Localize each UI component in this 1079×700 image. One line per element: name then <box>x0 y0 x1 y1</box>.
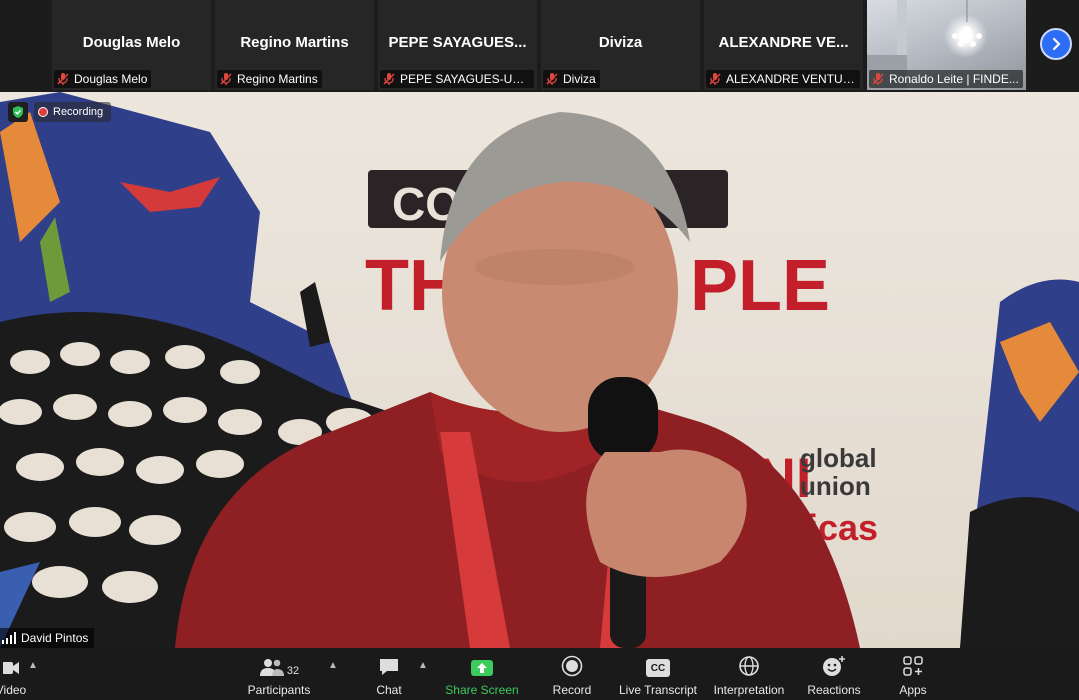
reactions-button[interactable]: Reactions <box>806 653 862 697</box>
video-options-caret[interactable]: ▲ <box>28 660 38 671</box>
share-screen-icon <box>471 660 493 676</box>
participants-count: 32 <box>286 665 300 677</box>
apps-icon <box>903 656 923 676</box>
chat-bubble-icon <box>380 659 398 675</box>
apps-label: Apps <box>899 683 927 697</box>
participant-display-name: ALEXANDRE VE... <box>718 34 849 51</box>
mic-muted-icon <box>383 73 395 85</box>
participant-display-name: Diviza <box>598 34 643 51</box>
mic-muted-icon <box>546 73 558 85</box>
participants-options-caret[interactable]: ▲ <box>328 660 338 671</box>
logo-union-text: union <box>800 471 871 501</box>
participant-name-label: Regino Martins <box>237 72 318 86</box>
participant-name-tag: Regino Martins <box>217 70 322 88</box>
participant-name-tag: PEPE SAYAGUES-UGT ... <box>380 70 534 88</box>
next-page-button[interactable] <box>1040 28 1072 60</box>
recording-pill[interactable]: Recording <box>34 102 112 122</box>
participant-name-label: ALEXANDRE VENTURY <box>726 72 856 86</box>
participant-name-label: Ronaldo Leite | FINDE... <box>889 72 1019 86</box>
apps-button[interactable]: Apps <box>896 653 930 697</box>
live-transcript-label: Live Transcript <box>618 683 698 697</box>
participant-name-label: Douglas Melo <box>74 72 148 86</box>
participant-name-label: Diviza <box>563 72 596 86</box>
closed-caption-icon: CC <box>646 659 670 677</box>
recording-indicator: Recording <box>8 102 112 122</box>
globe-icon <box>739 656 759 676</box>
participant-thumbnail[interactable]: Diviza Diviza <box>541 0 700 90</box>
meeting-toolbar: Video ▲ 32 Participants ▲ Chat ▲ Share S… <box>0 648 1079 700</box>
participant-name-tag: Douglas Melo <box>54 70 152 88</box>
interpretation-button[interactable]: Interpretation <box>710 653 788 697</box>
live-transcript-button[interactable]: CC Live Transcript <box>618 653 698 697</box>
record-button[interactable]: Record <box>550 653 594 697</box>
video-camera-icon <box>3 662 19 674</box>
speaker-video-scene: CO TH PLE UNI global union icas <box>0 92 1079 648</box>
participants-label: Participants <box>247 683 311 697</box>
security-indicator[interactable] <box>8 102 28 122</box>
mic-muted-icon <box>220 73 232 85</box>
participants-button[interactable]: 32 Participants <box>246 653 312 697</box>
participant-thumbnail[interactable]: Douglas Melo Douglas Melo <box>52 0 211 90</box>
participant-thumbnail[interactable]: PEPE SAYAGUES... PEPE SAYAGUES-UGT ... <box>378 0 537 90</box>
mic-muted-icon <box>709 73 721 85</box>
participant-display-name: Douglas Melo <box>82 34 181 51</box>
participant-name-label: PEPE SAYAGUES-UGT ... <box>400 72 530 86</box>
chevron-right-icon <box>1052 37 1061 51</box>
recording-label: Recording <box>53 106 104 118</box>
mic-muted-icon <box>57 73 69 85</box>
active-speaker-video: CO TH PLE UNI global union icas <box>0 92 1079 648</box>
participants-icon <box>259 659 284 676</box>
video-label: Video <box>0 683 27 697</box>
participant-display-name: Regino Martins <box>240 34 349 51</box>
chat-options-caret[interactable]: ▲ <box>418 660 428 671</box>
record-label: Record <box>552 683 592 697</box>
participant-video-thumbnail[interactable]: Ronaldo Leite | FINDE... <box>867 0 1026 90</box>
reactions-label: Reactions <box>807 683 861 697</box>
record-icon <box>561 655 583 677</box>
mic-muted-icon <box>872 73 884 85</box>
participant-name-tag: Ronaldo Leite | FINDE... <box>869 70 1023 88</box>
participant-name-tag: ALEXANDRE VENTURY <box>706 70 860 88</box>
participant-display-name: PEPE SAYAGUES... <box>388 34 527 51</box>
record-dot-icon <box>38 107 48 117</box>
shield-check-icon <box>13 106 23 118</box>
banner-text-right: PLE <box>690 246 830 326</box>
participant-thumbnail[interactable]: Regino Martins Regino Martins <box>215 0 374 90</box>
chat-button[interactable]: Chat <box>372 653 406 697</box>
smiley-plus-icon <box>823 656 845 676</box>
signal-strength-icon <box>2 632 16 644</box>
share-screen-button[interactable]: Share Screen <box>444 653 520 697</box>
logo-global-text: global <box>800 443 877 473</box>
chat-label: Chat <box>376 683 402 697</box>
interpretation-label: Interpretation <box>713 683 785 697</box>
participant-thumbnail[interactable]: ALEXANDRE VE... ALEXANDRE VENTURY <box>704 0 863 90</box>
participant-name-tag: Diviza <box>543 70 600 88</box>
share-screen-label: Share Screen <box>445 683 519 697</box>
participant-strip: Douglas Melo Douglas Melo Regino Martins… <box>0 0 1079 92</box>
speaker-name: David Pintos <box>21 631 89 645</box>
speaker-name-tag: David Pintos <box>0 628 95 648</box>
